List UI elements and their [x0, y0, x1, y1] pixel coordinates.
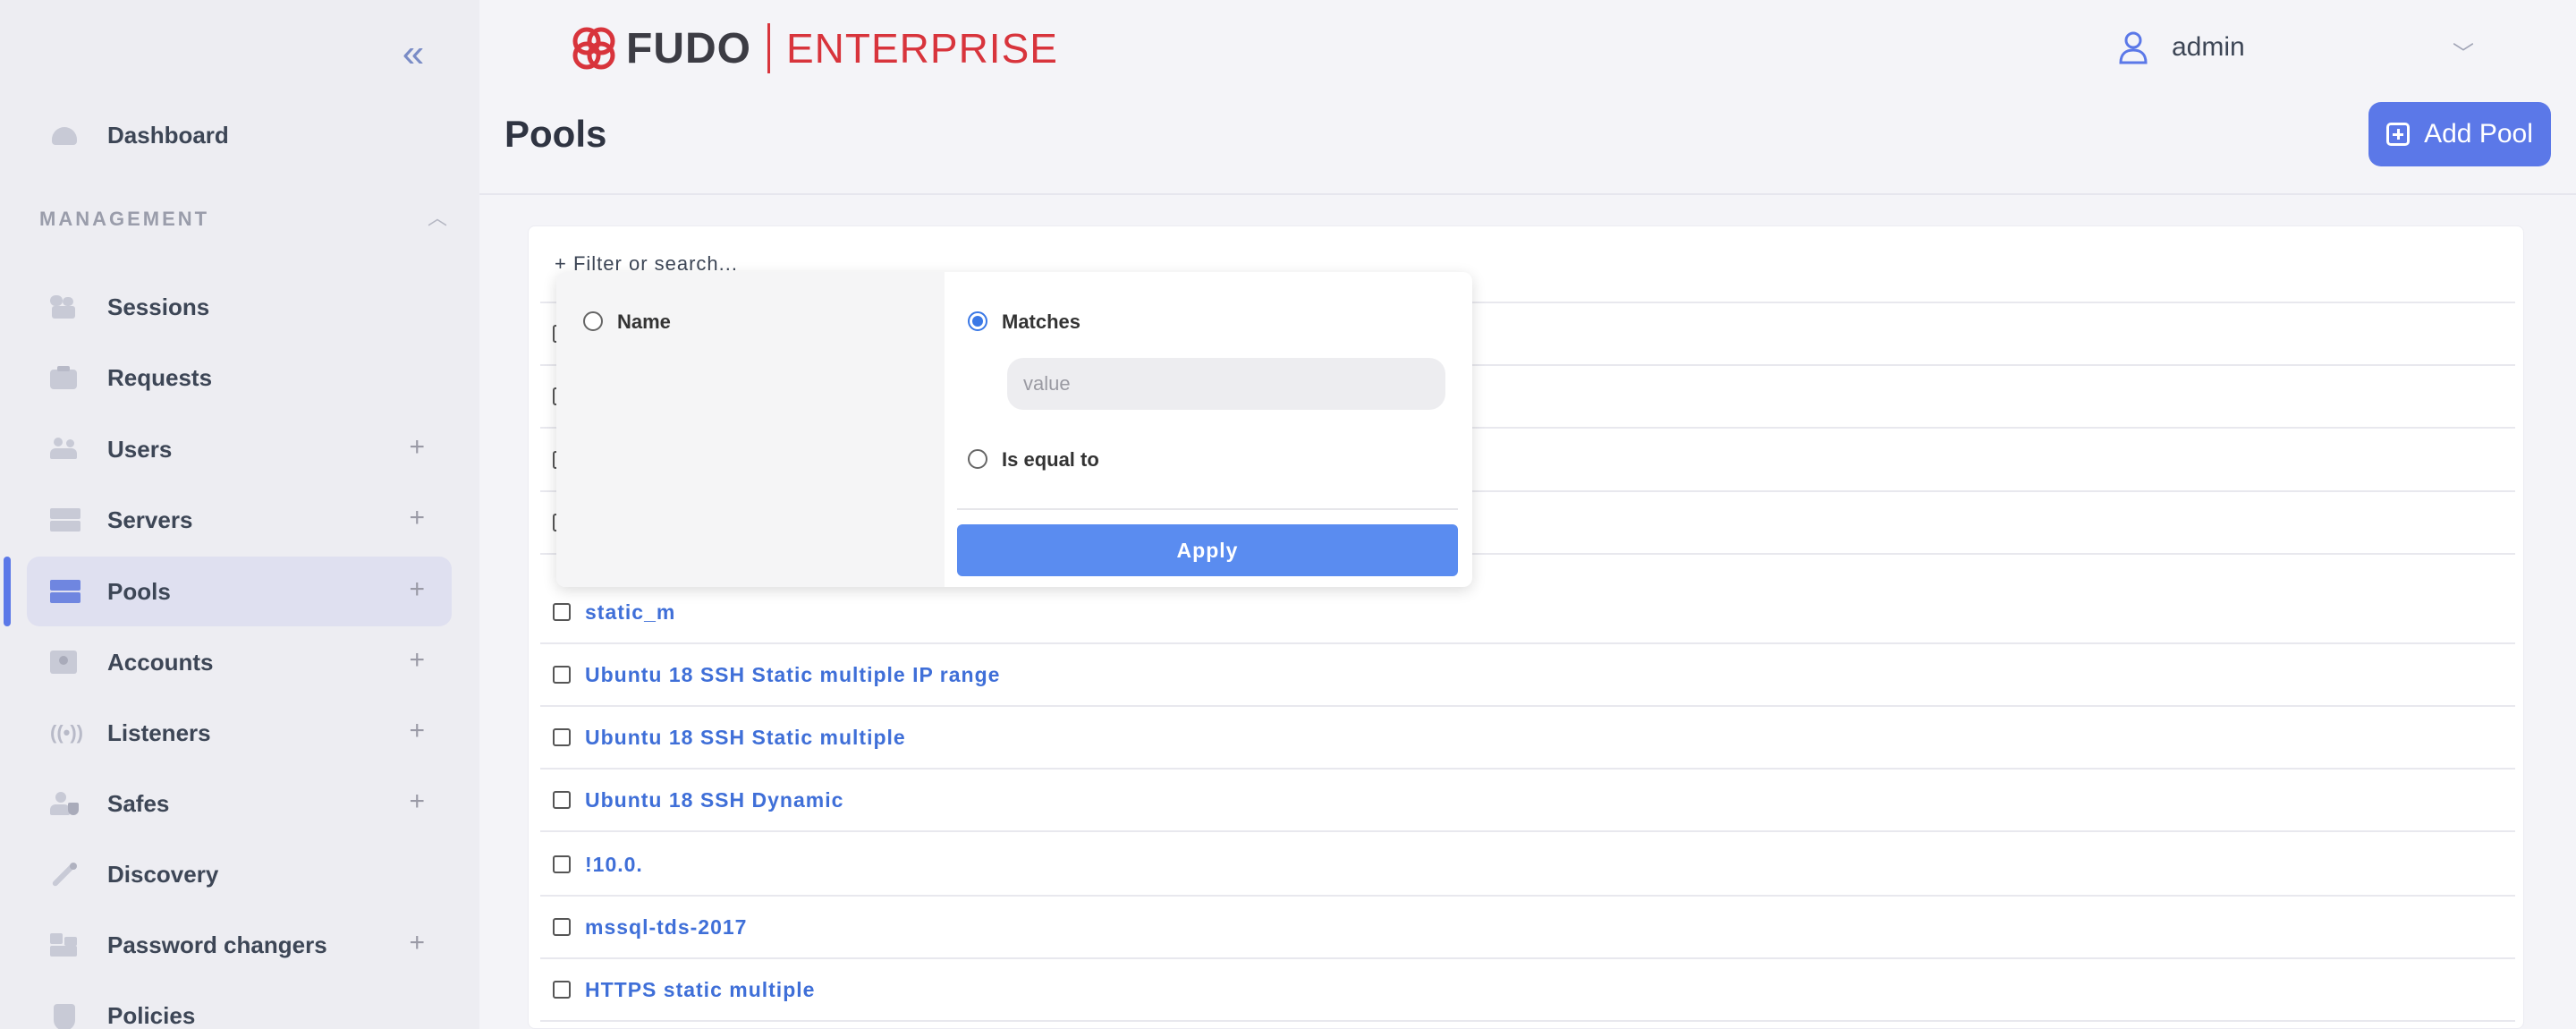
user-menu[interactable]: admin	[2118, 30, 2245, 64]
row-checkbox[interactable]	[553, 791, 571, 809]
table-row: Ubuntu 18 SSH Static multiple	[540, 707, 2515, 770]
active-indicator	[4, 557, 11, 626]
field-name-label[interactable]: Name	[617, 310, 671, 334]
add-pool-button[interactable]: Add Pool	[2368, 102, 2551, 166]
collapse-sidebar-icon[interactable]: «	[394, 34, 433, 75]
add-safe-plus-icon[interactable]: +	[409, 788, 425, 815]
sidebar-item-label: Policies	[107, 1001, 196, 1029]
pool-name-link[interactable]: Ubuntu 18 SSH Static multiple	[585, 726, 906, 750]
op-matches-label[interactable]: Matches	[1002, 310, 1080, 334]
op-equal-radio[interactable]	[968, 449, 987, 469]
sidebar-item-listeners[interactable]: ((•)) Listeners +	[27, 698, 452, 768]
fudo-logo[interactable]: FUDO ENTERPRISE	[569, 21, 1058, 75]
sidebar-item-label: Accounts	[107, 648, 214, 676]
row-checkbox[interactable]	[553, 855, 571, 873]
op-equal-label[interactable]: Is equal to	[1002, 448, 1099, 472]
sidebar-item-label: Requests	[107, 363, 213, 391]
brand-name: FUDO	[626, 24, 751, 72]
dashboard-icon	[50, 123, 80, 147]
sidebar-item-requests[interactable]: Requests	[27, 343, 452, 412]
table-row: Ubuntu 18 SSH Dynamic	[540, 770, 2515, 832]
plus-square-icon	[2386, 123, 2411, 146]
header-divider	[479, 193, 2576, 195]
sidebar-item-accounts[interactable]: Accounts +	[27, 627, 452, 697]
row-checkbox[interactable]	[553, 666, 571, 684]
sidebar-item-policies[interactable]: Policies	[27, 981, 452, 1029]
add-pool-label: Add Pool	[2424, 119, 2533, 149]
chevron-down-icon[interactable]: ﹀	[2453, 36, 2474, 67]
add-server-plus-icon[interactable]: +	[409, 505, 425, 532]
add-password-changer-plus-icon[interactable]: +	[409, 930, 425, 957]
row-checkbox[interactable]	[553, 918, 571, 936]
sidebar-item-users[interactable]: Users +	[27, 414, 452, 484]
fudo-logo-icon	[569, 23, 619, 73]
accounts-icon	[50, 651, 80, 674]
add-account-plus-icon[interactable]: +	[409, 647, 425, 674]
field-name-radio[interactable]	[583, 311, 603, 331]
sidebar-item-pools[interactable]: Pools +	[27, 557, 452, 626]
sidebar-item-discovery[interactable]: Discovery	[27, 839, 452, 909]
pool-name-link[interactable]: !10.0.	[585, 853, 643, 877]
sidebar-item-sessions[interactable]: Sessions	[27, 272, 452, 342]
pools-icon	[50, 580, 80, 603]
add-pool-plus-icon[interactable]: +	[409, 576, 425, 603]
section-management: MANAGEMENT	[39, 208, 210, 230]
add-listener-plus-icon[interactable]: +	[409, 718, 425, 744]
table-row: !10.0.	[540, 834, 2515, 897]
add-user-plus-icon[interactable]: +	[409, 434, 425, 461]
servers-icon	[50, 508, 80, 532]
sidebar-item-label: Sessions	[107, 293, 210, 320]
pool-name-link[interactable]: Ubuntu 18 SSH Static multiple IP range	[585, 663, 1000, 687]
listeners-icon: ((•))	[50, 721, 84, 744]
pool-name-link[interactable]: Ubuntu 18 SSH Dynamic	[585, 788, 843, 812]
sidebar-item-safes[interactable]: Safes +	[27, 769, 452, 838]
filter-value-input[interactable]	[1007, 358, 1445, 410]
sidebar-item-servers[interactable]: Servers +	[27, 485, 452, 555]
user-icon	[2119, 31, 2148, 64]
sessions-icon	[50, 295, 80, 319]
sidebar-item-dashboard[interactable]: Dashboard	[27, 100, 452, 170]
sidebar-item-label: Safes	[107, 789, 170, 817]
sidebar-item-label: Discovery	[107, 860, 219, 888]
chevron-up-icon[interactable]: ︿	[428, 202, 451, 229]
requests-icon	[50, 366, 80, 389]
pool-name-link[interactable]: mssql-tds-2017	[585, 915, 747, 940]
sidebar: « Dashboard MANAGEMENT ︿ Sessions Reques…	[0, 0, 479, 1029]
table-row: mssql-tds-2017	[540, 897, 2515, 959]
password-changers-icon	[50, 933, 80, 957]
sidebar-item-password-changers[interactable]: Password changers +	[27, 910, 452, 980]
pool-name-link[interactable]: HTTPS static multiple	[585, 978, 815, 1002]
sidebar-item-label: Listeners	[107, 719, 211, 746]
sidebar-item-label: Pools	[107, 577, 171, 605]
op-matches-radio[interactable]	[968, 311, 987, 331]
username: admin	[2172, 32, 2245, 62]
safes-icon	[50, 792, 80, 815]
row-checkbox[interactable]	[553, 603, 571, 621]
row-checkbox[interactable]	[553, 728, 571, 746]
sidebar-item-label: Servers	[107, 506, 193, 533]
shield-icon	[50, 1004, 80, 1029]
discovery-icon	[50, 863, 80, 888]
sidebar-item-label: Dashboard	[107, 121, 229, 149]
page-title: Pools	[504, 113, 607, 155]
brand-edition: ENTERPRISE	[785, 25, 1058, 72]
table-row: HTTPS static multiple	[540, 959, 2515, 1022]
logo-divider	[767, 23, 770, 73]
sidebar-item-label: Password changers	[107, 931, 327, 958]
filter-field-list	[556, 272, 945, 587]
row-checkbox[interactable]	[553, 981, 571, 999]
users-icon	[50, 438, 80, 461]
table-row: static_m	[540, 582, 2515, 644]
table-row: Ubuntu 18 SSH Static multiple IP range	[540, 644, 2515, 707]
dropdown-divider	[957, 508, 1458, 510]
pool-name-link[interactable]: static_m	[585, 600, 675, 625]
sidebar-item-label: Users	[107, 435, 173, 463]
apply-button[interactable]: Apply	[957, 524, 1458, 576]
